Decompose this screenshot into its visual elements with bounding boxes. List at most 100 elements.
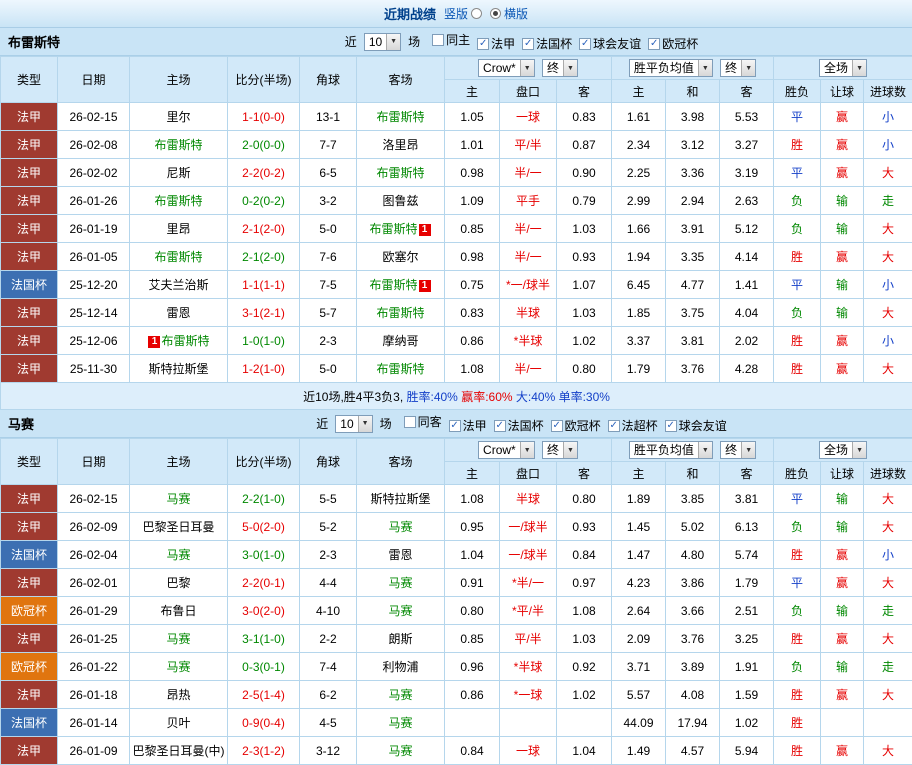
chevron-down-icon: ▼	[563, 60, 577, 76]
checkbox-checked-icon[interactable]: ✓	[494, 420, 506, 432]
view-mode-vertical[interactable]: 竖版	[444, 5, 482, 22]
cell-away-team: 洛里昂	[357, 131, 445, 159]
filter-checkbox-法甲[interactable]: ✓法甲	[449, 417, 487, 434]
cell-competition: 法甲	[1, 103, 58, 131]
cell-date: 26-02-08	[58, 131, 130, 159]
checkbox-checked-icon[interactable]: ✓	[648, 38, 660, 50]
cell-date: 25-11-30	[58, 355, 130, 383]
match-count-select[interactable]: 10▼	[364, 33, 401, 51]
filter-checkbox-法国杯[interactable]: ✓法国杯	[522, 35, 572, 52]
filter-checkbox-球会友谊[interactable]: ✓球会友谊	[579, 35, 641, 52]
checkbox-checked-icon[interactable]: ✓	[579, 38, 591, 50]
match-count-select[interactable]: 10▼	[335, 415, 372, 433]
col-odds-away: 客	[557, 462, 612, 485]
cell-competition: 法国杯	[1, 541, 58, 569]
cell-score: 0-2(0-2)	[228, 187, 300, 215]
cell-competition: 法甲	[1, 513, 58, 541]
cell-handicap: 一/球半	[500, 513, 557, 541]
near-label: 近	[345, 33, 357, 50]
checkbox-checked-icon[interactable]: ✓	[665, 420, 677, 432]
filter-checkbox-法甲[interactable]: ✓法甲	[477, 35, 515, 52]
cell-handicap: 一球	[500, 737, 557, 765]
bookmaker-select[interactable]: Crow*▼	[478, 441, 535, 459]
page: 近期战绩 竖版 横版 布雷斯特 近 10▼ 场 同主✓法甲✓法国杯✓球会友谊✓欧…	[0, 0, 912, 765]
cell-score: 2-1(2-0)	[228, 243, 300, 271]
team-name-text: 布雷斯特	[154, 194, 202, 208]
table-row: 法国杯 25-12-20 艾夫兰治斯 1-1(1-1) 7-5 布雷斯特1 0.…	[1, 271, 912, 299]
cell-corners: 7-5	[300, 271, 357, 299]
red-card-badge: 1	[148, 336, 160, 348]
cell-handicap-result: 输	[821, 485, 864, 513]
col-result: 胜负	[774, 462, 821, 485]
checkbox-checked-icon[interactable]: ✓	[477, 38, 489, 50]
filter-checkbox-球会友谊[interactable]: ✓球会友谊	[665, 417, 727, 434]
filter-checkbox-同主[interactable]: 同主	[432, 31, 470, 48]
cell-result: 胜	[774, 625, 821, 653]
team-name-text: 里尔	[166, 110, 190, 124]
cell-home-team: 马赛	[130, 485, 228, 513]
team-name-text: 马赛	[388, 688, 412, 702]
cell-odds-away: 0.83	[557, 103, 612, 131]
filter-checkbox-法超杯[interactable]: ✓法超杯	[608, 417, 658, 434]
checkbox-checked-icon[interactable]: ✓	[608, 420, 620, 432]
scope-select[interactable]: 全场▼	[819, 441, 867, 459]
filter-checkbox-同客[interactable]: 同客	[404, 413, 442, 430]
col-date: 日期	[58, 57, 130, 103]
cell-goals: 小	[864, 103, 912, 131]
cell-goals: 走	[864, 187, 912, 215]
filters-bar: 近 10▼ 场 同客✓法甲✓法国杯✓欧冠杯✓法超杯✓球会友谊	[130, 413, 912, 434]
team-name-text: 图鲁兹	[382, 194, 418, 208]
summary-stat: 近10场,胜4平3负3,	[303, 390, 406, 404]
cell-handicap-result: 赢	[821, 681, 864, 709]
col-corner: 角球	[300, 439, 357, 485]
checkbox-unchecked-icon[interactable]	[432, 34, 444, 46]
bookmaker-select[interactable]: Crow*▼	[478, 59, 535, 77]
team-name-text: 洛里昂	[382, 138, 418, 152]
odds-time-select[interactable]: 终▼	[542, 59, 578, 77]
avg-odds-select[interactable]: 胜平负均值▼	[629, 59, 713, 77]
filter-checkbox-欧冠杯[interactable]: ✓欧冠杯	[648, 35, 698, 52]
filter-checkbox-法国杯[interactable]: ✓法国杯	[494, 417, 544, 434]
odds-time-select[interactable]: 终▼	[542, 441, 578, 459]
avg-time-select[interactable]: 终▼	[720, 59, 756, 77]
avg-odds-select[interactable]: 胜平负均值▼	[629, 441, 713, 459]
cell-goals: 大	[864, 737, 912, 765]
team-name-text: 艾夫兰治斯	[148, 278, 208, 292]
radio-icon[interactable]	[471, 8, 482, 19]
cell-date: 26-02-15	[58, 103, 130, 131]
cell-avg-away: 4.04	[720, 299, 774, 327]
cell-avg-home: 1.61	[612, 103, 666, 131]
cell-corners: 2-2	[300, 625, 357, 653]
checkbox-checked-icon[interactable]: ✓	[449, 420, 461, 432]
radio-icon[interactable]	[490, 8, 501, 19]
cell-odds-home: 0.96	[445, 653, 500, 681]
cell-handicap-result: 输	[821, 513, 864, 541]
team-name-text: 马赛	[388, 520, 412, 534]
cell-away-team: 雷恩	[357, 541, 445, 569]
checkbox-checked-icon[interactable]: ✓	[522, 38, 534, 50]
view-mode-horizontal[interactable]: 横版	[490, 5, 528, 22]
cell-competition: 法甲	[1, 737, 58, 765]
cell-avg-away: 3.27	[720, 131, 774, 159]
cell-avg-draw: 3.66	[666, 597, 720, 625]
cell-avg-away: 1.59	[720, 681, 774, 709]
checkbox-label: 法超杯	[622, 417, 658, 434]
chevron-down-icon: ▼	[852, 60, 866, 76]
cell-odds-away: 0.84	[557, 541, 612, 569]
checkbox-checked-icon[interactable]: ✓	[551, 420, 563, 432]
cell-avg-draw: 3.85	[666, 485, 720, 513]
cell-avg-away: 5.74	[720, 541, 774, 569]
cell-competition: 法甲	[1, 625, 58, 653]
cell-home-team: 尼斯	[130, 159, 228, 187]
cell-avg-home: 1.79	[612, 355, 666, 383]
checkbox-unchecked-icon[interactable]	[404, 416, 416, 428]
scope-select[interactable]: 全场▼	[819, 59, 867, 77]
cell-handicap: *一/球半	[500, 271, 557, 299]
team-name-text: 摩纳哥	[382, 334, 418, 348]
avg-time-select[interactable]: 终▼	[720, 441, 756, 459]
filter-checkbox-欧冠杯[interactable]: ✓欧冠杯	[551, 417, 601, 434]
cell-handicap: 一球	[500, 103, 557, 131]
cell-away-team: 利物浦	[357, 653, 445, 681]
table-row: 法甲 26-01-09 巴黎圣日耳曼(中) 2-3(1-2) 3-12 马赛 0…	[1, 737, 912, 765]
cell-handicap-result: 赢	[821, 569, 864, 597]
